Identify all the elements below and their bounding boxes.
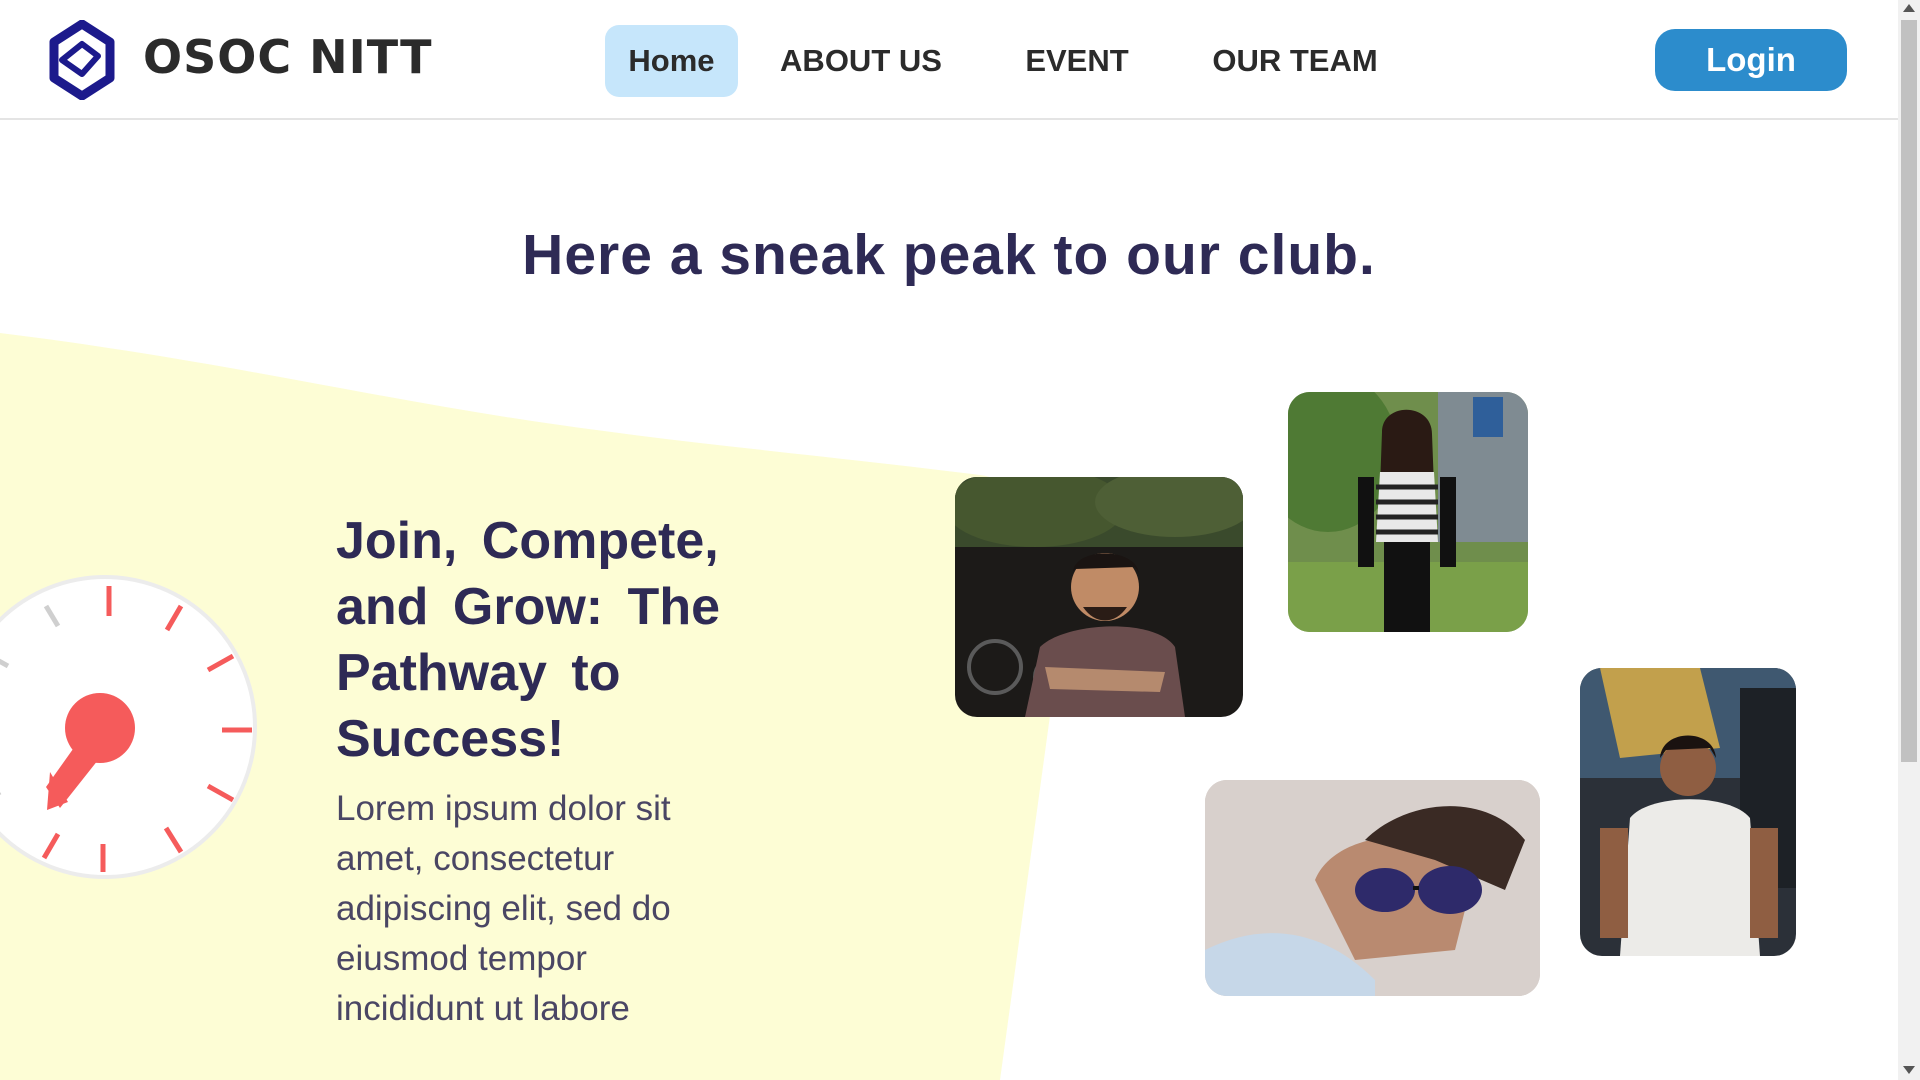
- member-photo-1: [955, 477, 1243, 717]
- nav-about-us[interactable]: ABOUT US: [770, 25, 952, 97]
- feature-headline: Join, Compete, and Grow: The Pathway to …: [336, 512, 720, 768]
- section-title: Here a sneak peak to our club.: [522, 223, 1376, 287]
- stopwatch-icon: [0, 575, 257, 879]
- member-photo-3: [1205, 780, 1540, 996]
- page-scrollbar[interactable]: [1898, 0, 1920, 1080]
- nav-home[interactable]: Home: [605, 25, 738, 97]
- nav-event[interactable]: EVENT: [1012, 25, 1142, 97]
- scroll-down-arrow-icon[interactable]: [1903, 1066, 1915, 1074]
- top-navigation-bar: OSOC NITT Home ABOUT US EVENT OUR TEAM L…: [0, 0, 1898, 120]
- nav-our-team[interactable]: OUR TEAM: [1205, 25, 1385, 97]
- scrollbar-thumb[interactable]: [1901, 20, 1917, 762]
- feature-body-text: Lorem ipsum dolor sit amet, consectetur …: [336, 789, 671, 1028]
- member-photo-2: [1288, 392, 1528, 632]
- scroll-up-arrow-icon[interactable]: [1903, 4, 1915, 12]
- brand-name[interactable]: OSOC NITT: [143, 30, 433, 84]
- osoc-logo-icon[interactable]: [48, 20, 116, 100]
- member-photo-4: [1580, 668, 1796, 956]
- login-button[interactable]: Login: [1655, 29, 1847, 91]
